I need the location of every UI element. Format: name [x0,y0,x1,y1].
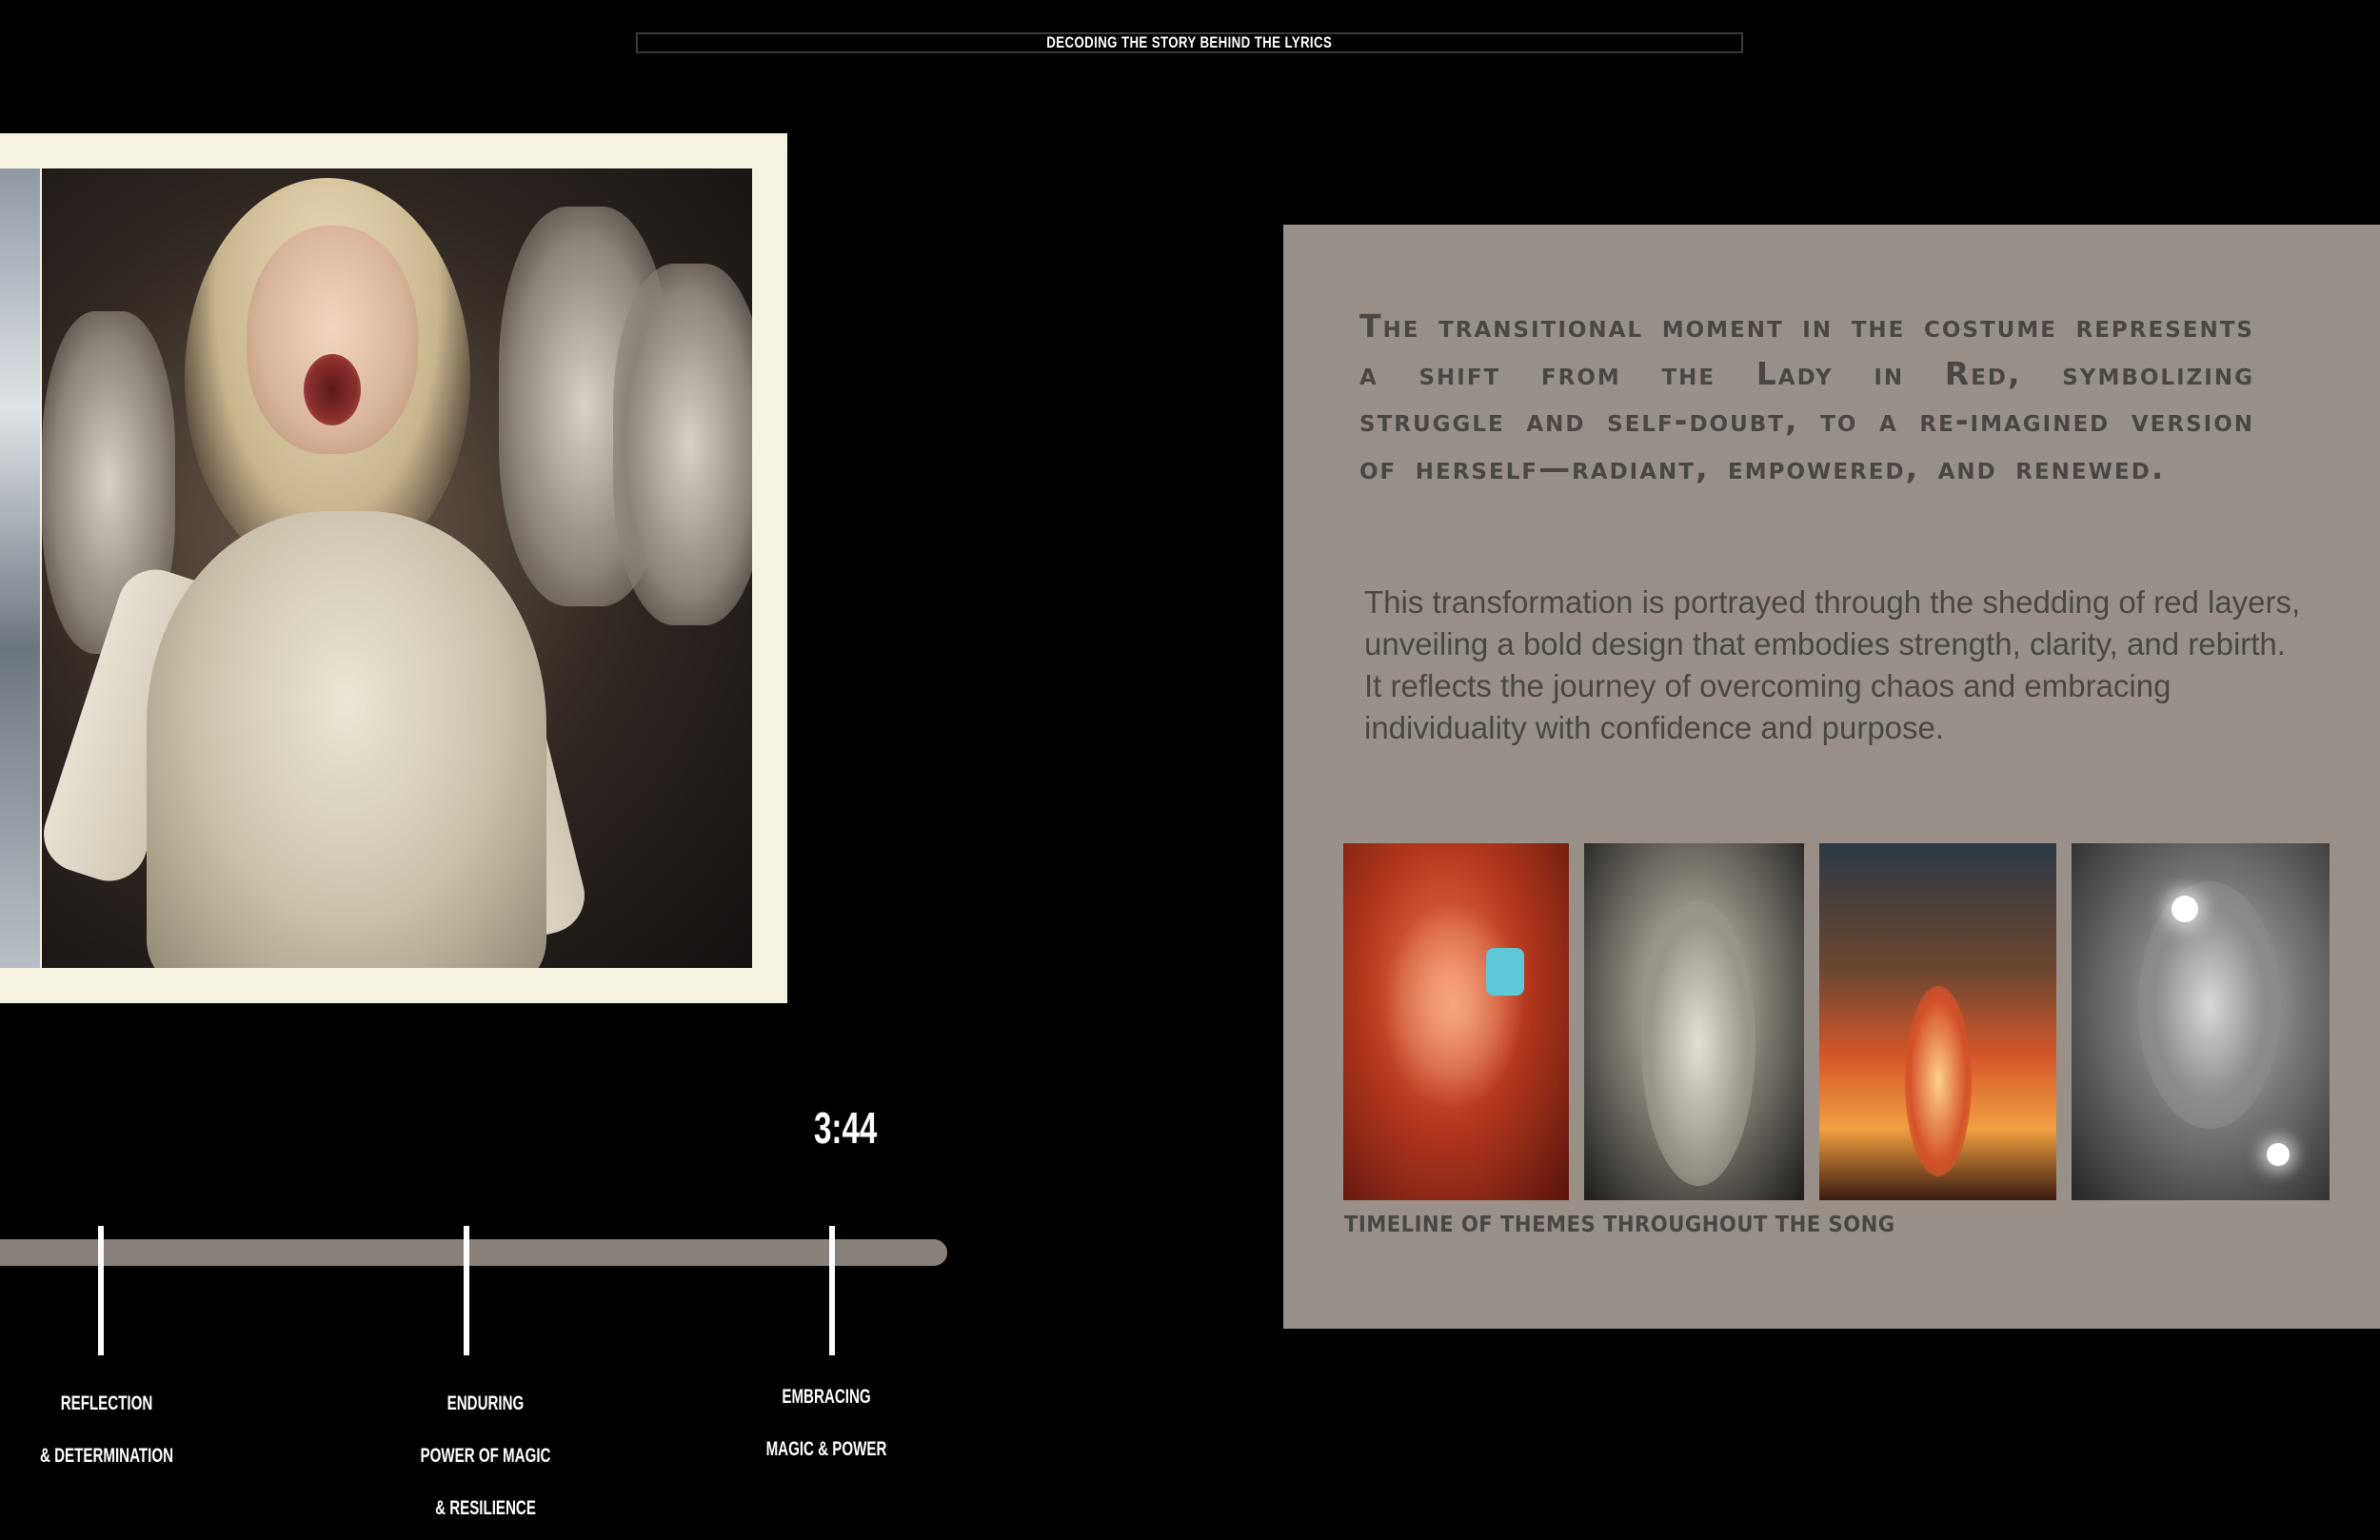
timeline-marker-label: REFLECTION & DETERMINATION [40,1392,173,1467]
theme-image [1343,843,1569,1200]
timeline-track [0,1239,947,1266]
music-video-still [42,168,752,968]
timeline-marker [829,1226,835,1355]
playback-timestamp: 3:44 [814,1103,878,1153]
description-panel: The transitional moment in the costume r… [1283,225,2380,1329]
theme-image [2072,843,2330,1200]
thumbnails-caption: TIMELINE OF THEMES THROUGHOUT THE SONG [1344,1213,1895,1237]
page-header-title: DECODING THE STORY BEHIND THE LYRICS [1046,33,1333,51]
timeline-marker [98,1226,104,1355]
page-header: DECODING THE STORY BEHIND THE LYRICS [636,32,1743,53]
panel-heading: The transitional moment in the costume r… [1359,307,2254,486]
adjacent-photo-edge [0,168,40,968]
timeline-marker-label: ENDURING POWER OF MAGIC & RESILIENCE [420,1392,551,1519]
theme-image [1584,843,1804,1200]
panel-body: This transformation is portrayed through… [1364,584,2301,745]
timeline-marker [464,1226,469,1355]
timeline-marker-label: EMBRACING MAGIC & POWER [765,1386,887,1460]
theme-image [1819,843,2056,1200]
